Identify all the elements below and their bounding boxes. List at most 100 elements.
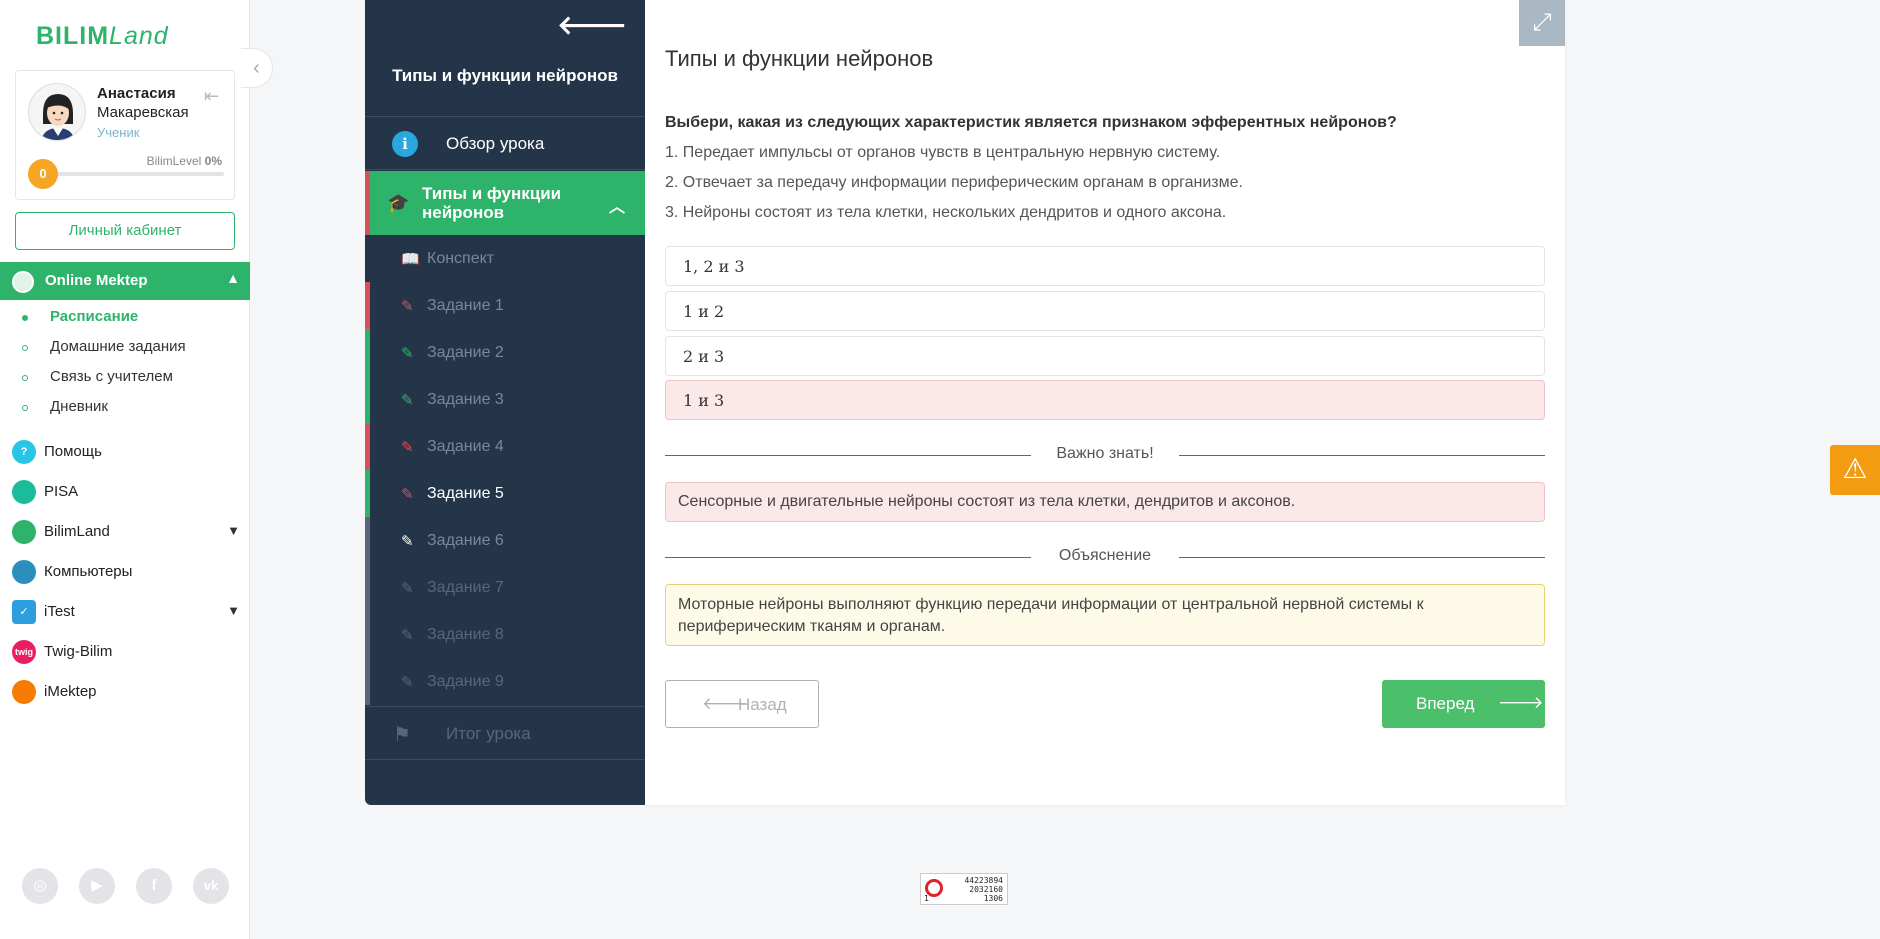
lesson-item-summary-notes[interactable]: 📖 Конспект: [365, 235, 645, 282]
avatar[interactable]: [28, 83, 86, 141]
chevron-down-icon: ▼: [227, 523, 240, 538]
lesson-item-task-4[interactable]: ✎ Задание 4: [365, 423, 645, 470]
lesson-item-task-6[interactable]: ✎ Задание 6: [365, 517, 645, 564]
edit-icon: ✎: [401, 439, 414, 456]
sidebar-item-help[interactable]: ? Помощь: [0, 432, 250, 472]
lesson-title: Типы и функции нейронов: [392, 66, 618, 85]
info-icon: i: [392, 131, 418, 157]
previous-button[interactable]: 🡐 Назад: [665, 680, 819, 728]
sidebar-item-twig-bilim[interactable]: twig Twig-Bilim: [0, 632, 250, 672]
edit-icon: ✎: [401, 580, 414, 597]
sidebar: BILIMLand Анастасия Макаревская Ученик ⇤…: [0, 0, 250, 939]
chevron-up-icon: ︿: [608, 199, 625, 216]
lesson-content: ⤢ Типы и функции нейронов Выбери, какая …: [645, 0, 1565, 805]
subnav: Расписание Домашние задания Связь с учит…: [0, 305, 250, 425]
sidebar-menu: ? Помощь PISA BilimLand ▼ Компьютеры ✓ iTes…: [0, 432, 250, 712]
edit-icon: ✎: [401, 298, 414, 315]
important-title: Важно знать!: [1056, 445, 1154, 462]
bilimland-icon: [12, 520, 36, 544]
logout-icon[interactable]: ⇤: [204, 86, 219, 107]
lesson-item-task-3[interactable]: ✎ Задание 3: [365, 376, 645, 423]
report-warning-icon[interactable]: ⚠: [1830, 445, 1880, 495]
answer-option-1[interactable]: 1, 2 и 3: [665, 246, 1545, 286]
bullet-icon: [22, 315, 28, 321]
fullscreen-icon[interactable]: ⤢: [1519, 0, 1565, 46]
edit-icon: ✎: [401, 533, 414, 550]
sidebar-item-itest[interactable]: ✓ iTest ▼: [0, 592, 250, 632]
explanation-note: Моторные нейроны выполняют функцию перед…: [665, 584, 1545, 646]
computers-icon: [12, 560, 36, 584]
subnav-item-schedule[interactable]: Расписание: [0, 305, 250, 335]
lesson-item-task-1[interactable]: ✎ Задание 1: [365, 282, 645, 329]
profile-card: Анастасия Макаревская Ученик ⇤ BilimLeve…: [15, 70, 235, 200]
bilimlevel-progress-bar: [46, 172, 224, 176]
sidebar-item-bilimland[interactable]: BilimLand ▼: [0, 512, 250, 552]
lesson-item-task-9[interactable]: ✎ Задание 9: [365, 658, 645, 705]
chevron-up-icon: ▲: [226, 270, 240, 286]
bullet-icon: [22, 405, 28, 411]
subnav-item-contact-teacher[interactable]: Связь с учителем: [0, 365, 250, 395]
explanation-title: Объяснение: [1058, 547, 1152, 564]
edit-icon: ✎: [401, 345, 414, 362]
user-first-name: Анастасия: [97, 85, 176, 102]
instagram-icon[interactable]: ◎: [22, 868, 58, 904]
bullet-icon: [22, 375, 28, 381]
vk-icon[interactable]: vk: [193, 868, 229, 904]
social-links: ◎ ▶ f vk: [22, 868, 232, 908]
bilimlevel-label: BilimLevel 0%: [146, 154, 222, 168]
lesson-topic-item[interactable]: 🎓 Типы и функции нейронов ︿: [365, 171, 645, 235]
sidebar-item-imektep[interactable]: iMektep: [0, 672, 250, 712]
statement-1: 1. Передает импульсы от органов чувств в…: [665, 144, 1221, 161]
answer-option-3[interactable]: 2 и 3: [665, 336, 1545, 376]
edit-icon: ✎: [401, 674, 414, 691]
book-icon: 📖: [401, 251, 420, 268]
lesson-item-task-8[interactable]: ✎ Задание 8: [365, 611, 645, 658]
sidebar-collapse-button[interactable]: ‹: [241, 48, 273, 88]
lesson-navigation: 🡐 Типы и функции нейронов i Обзор урока …: [365, 0, 645, 805]
user-role: Ученик: [97, 125, 140, 140]
user-last-name: Макаревская: [97, 104, 189, 121]
help-icon: ?: [12, 440, 36, 464]
subnav-item-diary[interactable]: Дневник: [0, 395, 250, 425]
edit-icon: ✎: [401, 486, 414, 503]
lesson-item-task-2[interactable]: ✎ Задание 2: [365, 329, 645, 376]
edit-icon: ✎: [401, 392, 414, 409]
visit-counter[interactable]: 44223894 2032160 1306 1: [920, 873, 1008, 905]
bullet-icon: [22, 345, 28, 351]
page-title: Типы и функции нейронов: [665, 46, 934, 71]
edit-icon: ✎: [401, 627, 414, 644]
youtube-icon[interactable]: ▶: [79, 868, 115, 904]
nav-online-mektep[interactable]: Online Mektep ▲: [0, 262, 250, 300]
arrow-right-icon: 🡒: [1498, 693, 1544, 712]
sidebar-item-computers[interactable]: Компьютеры: [0, 552, 250, 592]
lesson-task-list: 📖 Конспект ✎ Задание 1 ✎ Задание 2 ✎ Задание…: [365, 235, 645, 705]
answer-option-2[interactable]: 1 и 2: [665, 291, 1545, 331]
level-badge: 0: [28, 159, 58, 189]
statement-2: 2. Отвечает за передачу информации периф…: [665, 174, 1243, 191]
sidebar-item-pisa[interactable]: PISA: [0, 472, 250, 512]
twig-icon: twig: [12, 640, 36, 664]
graduation-cap-icon: 🎓: [387, 193, 410, 213]
imektep-icon: [12, 680, 36, 704]
next-button[interactable]: Вперед 🡒: [1382, 680, 1545, 728]
personal-cabinet-button[interactable]: Личный кабинет: [15, 212, 235, 250]
nav-online-mektep-label: Online Mektep: [45, 272, 148, 289]
flag-icon: ⚑: [393, 724, 411, 746]
important-note: Сенсорные и двигательные нейроны состоят…: [665, 482, 1545, 522]
question-text: Выбери, какая из следующих характеристик…: [665, 114, 1397, 131]
bilimland-logo[interactable]: BILIMLand: [36, 22, 169, 51]
subnav-item-homework[interactable]: Домашние задания: [0, 335, 250, 365]
answer-option-4[interactable]: 1 и 3: [665, 380, 1545, 420]
chevron-down-icon: ▼: [227, 603, 240, 618]
back-arrow-icon[interactable]: 🡐: [557, 10, 627, 41]
online-mektep-icon: [12, 271, 34, 293]
itest-icon: ✓: [12, 600, 36, 624]
statement-3: 3. Нейроны состоят из тела клетки, неско…: [665, 204, 1227, 221]
explanation-divider: Объяснение: [665, 547, 1545, 567]
lesson-item-task-5[interactable]: ✎ Задание 5: [365, 470, 645, 517]
lesson-item-task-7[interactable]: ✎ Задание 7: [365, 564, 645, 611]
important-divider: Важно знать!: [665, 445, 1545, 465]
facebook-icon[interactable]: f: [136, 868, 172, 904]
lesson-overview-item[interactable]: i Обзор урока: [365, 116, 645, 170]
lesson-summary-item[interactable]: ⚑ Итог урока: [365, 706, 645, 760]
